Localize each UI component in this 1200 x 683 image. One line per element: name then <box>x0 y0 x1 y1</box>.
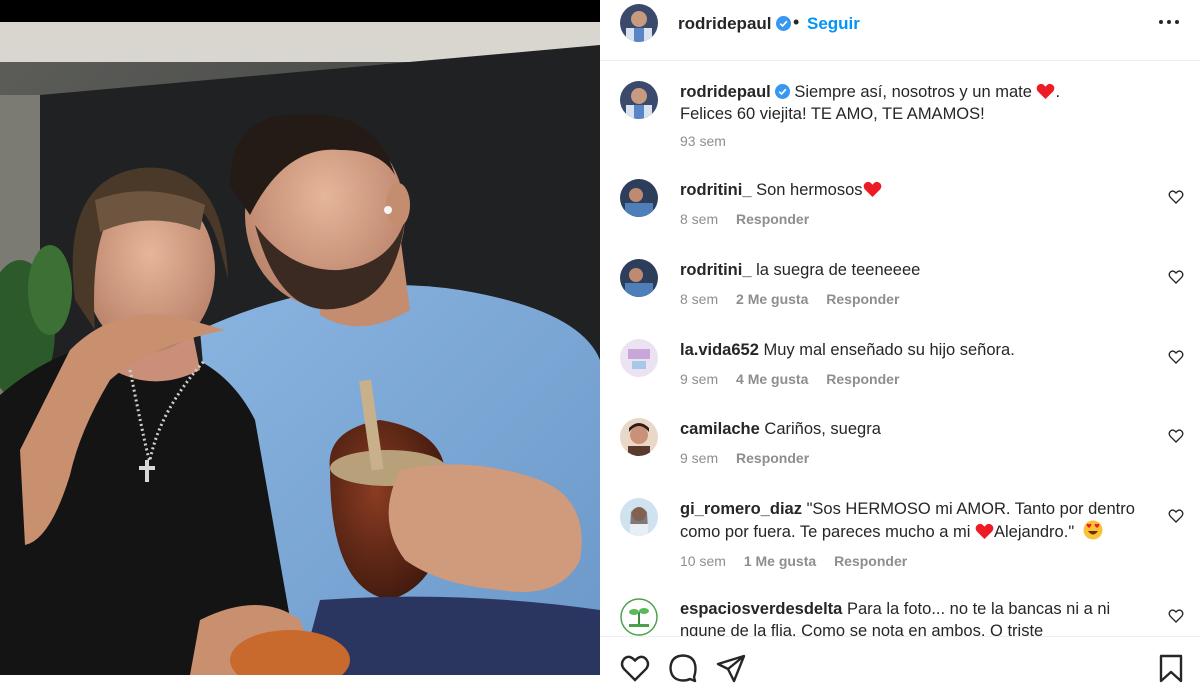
caption-username[interactable]: rodridepaul <box>680 83 771 101</box>
commenter-avatar[interactable] <box>620 418 658 456</box>
heart-eyes-emoji-icon <box>1083 520 1103 540</box>
comment-body: Son hermosos <box>756 181 863 199</box>
comment-body: Muy mal enseñado su hijo señora. <box>763 341 1015 359</box>
commenter-avatar[interactable] <box>620 498 658 536</box>
post-side-panel: rodridepaul • Seguir rodridepaul Siempre… <box>600 0 1200 683</box>
reply-button[interactable]: Responder <box>736 211 809 227</box>
comment-text: camilache Cariños, suegra <box>680 418 1150 440</box>
verified-badge-icon <box>775 16 791 31</box>
comment-text: rodritini_ la suegra de teeneeee <box>680 259 1150 281</box>
photo-top-bar <box>0 0 600 22</box>
comment-meta: 8 sem Responder <box>680 211 823 227</box>
comment-meta: 9 sem Responder <box>680 450 823 466</box>
verified-badge-icon <box>774 84 790 99</box>
comment-body-line1: "Sos HERMOSO mi AMOR. Tanto por dentro <box>806 500 1135 518</box>
follow-button[interactable]: Seguir <box>807 14 860 34</box>
caption-line2: Felices 60 viejita! TE AMO, TE AMAMOS! <box>680 105 985 123</box>
comment-body: la suegra de teeneeee <box>756 261 921 279</box>
commenter-username[interactable]: camilache <box>680 420 760 438</box>
comment-body-line2a: como por fuera. Te pareces mucho a mi <box>680 523 971 541</box>
author-username[interactable]: rodridepaul <box>678 14 791 34</box>
reply-button[interactable]: Responder <box>834 553 907 569</box>
likes-count[interactable]: 4 Me gusta <box>736 371 808 387</box>
post-photo[interactable] <box>0 0 600 675</box>
caption-text: rodridepaul Siempre así, nosotros y un m… <box>680 81 1150 125</box>
caption-avatar[interactable] <box>620 81 658 119</box>
comment-text: rodritini_ Son hermosos <box>680 179 1150 201</box>
commenter-avatar[interactable] <box>620 259 658 297</box>
comment-time[interactable]: 9 sem <box>680 371 718 387</box>
heart-outline-icon[interactable] <box>620 653 650 683</box>
caption-meta: 93 sem <box>680 133 740 149</box>
commenter-username[interactable]: gi_romero_diaz <box>680 500 802 518</box>
heart-outline-icon[interactable] <box>1168 428 1184 444</box>
comment-meta: 8 sem 2 Me gusta Responder <box>680 291 913 307</box>
comment-time[interactable]: 8 sem <box>680 291 718 307</box>
likes-count[interactable]: 2 Me gusta <box>736 291 808 307</box>
author-avatar[interactable] <box>620 4 658 42</box>
comment-time[interactable]: 10 sem <box>680 553 726 569</box>
commenter-username[interactable]: rodritini_ <box>680 261 752 279</box>
red-heart-emoji-icon <box>863 181 881 198</box>
heart-outline-icon[interactable] <box>1168 349 1184 365</box>
commenter-username[interactable]: rodritini_ <box>680 181 752 199</box>
caption-line1: Siempre así, nosotros y un mate <box>794 83 1032 101</box>
more-options-icon[interactable] <box>1156 12 1182 32</box>
comment-time[interactable]: 9 sem <box>680 450 718 466</box>
caption-time[interactable]: 93 sem <box>680 133 726 149</box>
separator-dot: • <box>793 12 800 32</box>
heart-outline-icon[interactable] <box>1168 508 1184 524</box>
heart-outline-icon[interactable] <box>1168 608 1184 624</box>
caption-line1-end: . <box>1055 83 1061 101</box>
reply-button[interactable]: Responder <box>826 371 899 387</box>
commenter-avatar[interactable] <box>620 179 658 217</box>
comment-body-line2: ngune de la flia. Como se nota en ambos.… <box>680 622 1044 636</box>
reply-button[interactable]: Responder <box>736 450 809 466</box>
comment-text: la.vida652 Muy mal enseñado su hijo seño… <box>680 339 1150 361</box>
photo-illustration <box>0 22 600 675</box>
likes-count[interactable]: 1 Me gusta <box>744 553 816 569</box>
comment-body: Cariños, suegra <box>764 420 881 438</box>
comment-bubble-icon[interactable] <box>668 653 698 683</box>
comment-meta: 10 sem 1 Me gusta Responder <box>680 553 921 569</box>
author-username-text[interactable]: rodridepaul <box>678 14 772 33</box>
red-heart-emoji-icon <box>975 523 994 540</box>
bookmark-icon[interactable] <box>1156 653 1186 683</box>
comment-body-line2b: Alejandro." <box>994 523 1075 541</box>
commenter-avatar[interactable] <box>620 598 658 636</box>
comments-list[interactable]: rodridepaul Siempre así, nosotros y un m… <box>600 61 1200 636</box>
reply-button[interactable]: Responder <box>826 291 899 307</box>
commenter-username[interactable]: espaciosverdesdelta <box>680 600 842 618</box>
heart-outline-icon[interactable] <box>1168 269 1184 285</box>
post-action-bar <box>600 636 1200 683</box>
red-heart-emoji-icon <box>1037 83 1055 100</box>
post-header: rodridepaul • Seguir <box>600 0 1200 61</box>
comment-text: gi_romero_diaz "Sos HERMOSO mi AMOR. Tan… <box>680 498 1150 543</box>
paper-plane-icon[interactable] <box>716 653 746 683</box>
comment-body-line1: Para la foto... no te la bancas ni a ni <box>846 600 1111 618</box>
comment-text: espaciosverdesdelta Para la foto... no t… <box>680 598 1150 636</box>
heart-outline-icon[interactable] <box>1168 189 1184 205</box>
commenter-avatar[interactable] <box>620 339 658 377</box>
commenter-username[interactable]: la.vida652 <box>680 341 759 359</box>
comment-time[interactable]: 8 sem <box>680 211 718 227</box>
comment-meta: 9 sem 4 Me gusta Responder <box>680 371 913 387</box>
